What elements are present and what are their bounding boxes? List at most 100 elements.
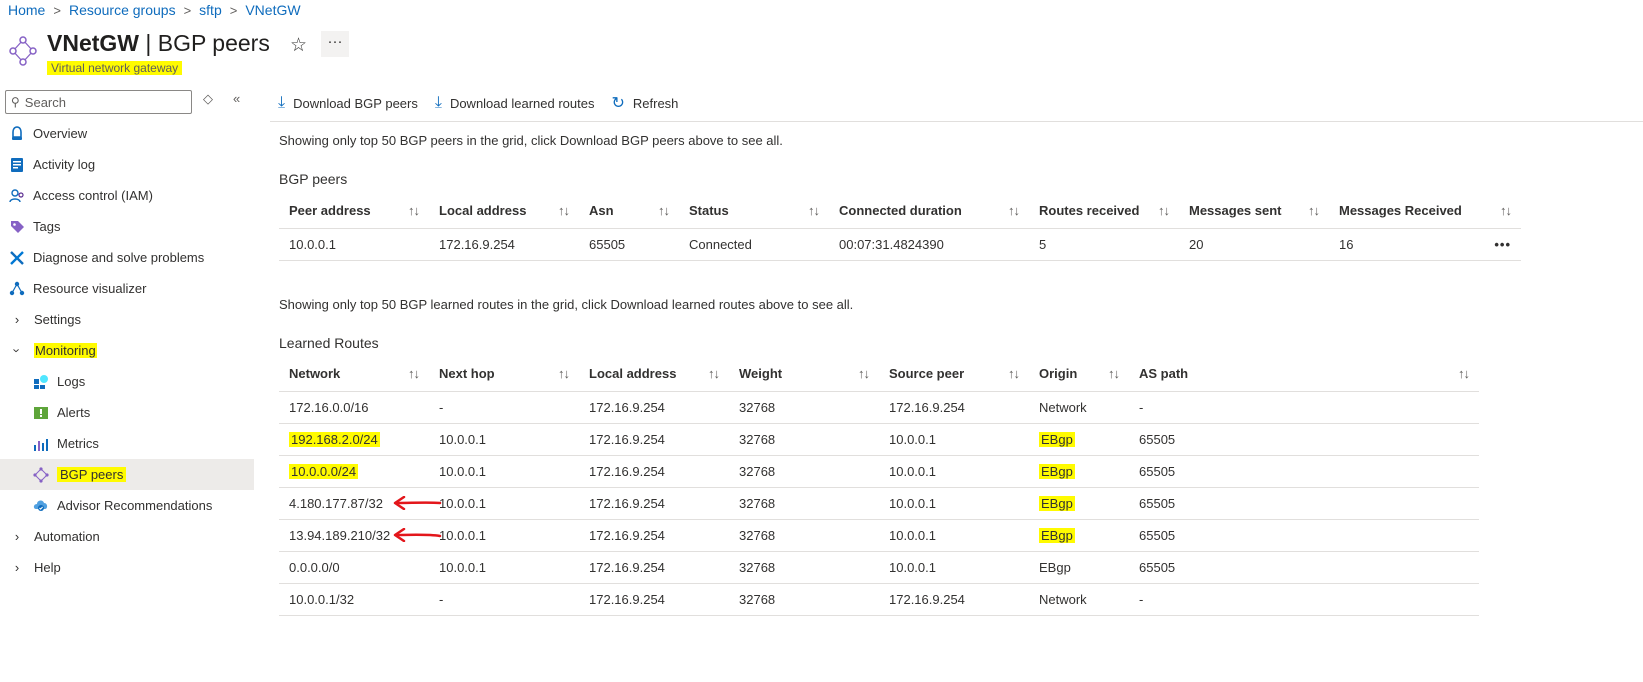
download-bgp-peers-button[interactable]: ⤓ Download BGP peers	[278, 94, 418, 112]
sort-icon: ↑↓	[808, 203, 820, 219]
messages-received-value: 16	[1339, 236, 1354, 252]
column-header[interactable]: Source peer ↑↓	[879, 357, 1029, 392]
sidebar-item-overview[interactable]: Overview	[0, 118, 254, 149]
network-cell: 192.168.2.0/24	[279, 423, 429, 456]
refresh-button[interactable]: ↻ Refresh	[611, 93, 678, 113]
sidebar-item-label: BGP peers	[57, 467, 127, 482]
table-row[interactable]: 10.0.0.1/32 - 172.16.9.254 32768 172.16.…	[279, 583, 1479, 616]
breadcrumb: Home > Resource groups > sftp > VNetGW	[8, 2, 301, 18]
sidebar-group-monitoring[interactable]: › Monitoring	[0, 335, 254, 366]
breadcrumb-home[interactable]: Home	[8, 2, 45, 18]
table-row[interactable]: 10.0.0.1 172.16.9.254 65505 Connected 00…	[279, 228, 1521, 261]
sidebar-item-tags[interactable]: Tags	[0, 211, 254, 242]
row-more-icon[interactable]: •••	[1494, 237, 1511, 252]
highlighted-origin: EBgp	[1039, 431, 1075, 447]
next-hop-cell: 10.0.0.1	[429, 455, 579, 488]
page-header: VNetGW | BGP peers ☆ ··· Virtual network…	[8, 28, 608, 78]
sidebar-item-label: Resource visualizer	[33, 281, 147, 296]
column-header[interactable]: AS path ↑↓	[1129, 357, 1479, 392]
table-row[interactable]: 10.0.0.0/24 10.0.0.1 172.16.9.254 32768 …	[279, 455, 1479, 488]
chevron-right-icon: ›	[14, 529, 20, 544]
column-header[interactable]: Connected duration ↑↓	[829, 194, 1029, 229]
column-header[interactable]: Weight ↑↓	[729, 357, 879, 392]
next-hop-cell: 10.0.0.1	[429, 519, 579, 552]
sidebar-item-resource-visualizer[interactable]: Resource visualizer	[0, 273, 254, 304]
column-header[interactable]: Local address ↑↓	[429, 194, 579, 229]
as-path-cell: -	[1129, 391, 1479, 424]
activity-log-icon	[9, 157, 25, 173]
highlighted-network: 10.0.0.0/24	[289, 463, 359, 479]
sort-toggle-icon[interactable]: ◇	[203, 91, 213, 107]
sort-icon: ↑↓	[558, 366, 570, 382]
source-peer-cell: 172.16.9.254	[879, 391, 1029, 424]
sidebar-item-metrics[interactable]: Metrics	[0, 428, 254, 459]
more-options-button[interactable]: ···	[321, 31, 349, 57]
origin-cell: EBgp	[1029, 455, 1129, 488]
annotation-arrow-icon	[393, 528, 442, 542]
search-input[interactable]	[24, 94, 175, 110]
routes-received-cell: 5	[1029, 228, 1179, 261]
refresh-label: Refresh	[632, 95, 679, 111]
as-path-cell: 65505	[1129, 487, 1479, 520]
breadcrumb-sftp[interactable]: sftp	[199, 2, 222, 18]
sidebar-search[interactable]: ⚲	[5, 90, 192, 114]
sidebar-item-access-control[interactable]: Access control (IAM)	[0, 180, 254, 211]
favorite-star-icon[interactable]: ☆	[290, 34, 307, 57]
table-row[interactable]: 172.16.0.0/16 - 172.16.9.254 32768 172.1…	[279, 391, 1479, 424]
column-header[interactable]: Routes received ↑↓	[1029, 194, 1179, 229]
wrench-icon	[9, 250, 25, 266]
origin-cell: EBgp	[1029, 423, 1129, 456]
virtual-network-gateway-icon	[9, 36, 37, 66]
sidebar-item-diagnose[interactable]: Diagnose and solve problems	[0, 242, 254, 273]
logs-icon	[33, 374, 49, 390]
download-icon: ⤓	[434, 94, 442, 111]
sidebar-item-label: Logs	[57, 374, 86, 389]
column-header[interactable]: Origin ↑↓	[1029, 357, 1129, 392]
advisor-icon	[33, 498, 49, 514]
table-row[interactable]: 0.0.0.0/0 10.0.0.1 172.16.9.254 32768 10…	[279, 551, 1479, 584]
table-row[interactable]: 192.168.2.0/24 10.0.0.1 172.16.9.254 327…	[279, 423, 1479, 456]
source-peer-cell: 172.16.9.254	[879, 583, 1029, 616]
overview-icon	[9, 125, 25, 142]
download-learned-routes-button[interactable]: ⤓ Download learned routes	[435, 94, 595, 112]
sidebar-item-logs[interactable]: Logs	[0, 366, 254, 397]
local-address-cell: 172.16.9.254	[579, 391, 729, 424]
sidebar-item-label: Tags	[33, 219, 61, 234]
sidebar-item-bgp-peers[interactable]: BGP peers	[0, 459, 254, 490]
as-path-cell: 65505	[1129, 455, 1479, 488]
highlighted-network: 192.168.2.0/24	[289, 431, 380, 447]
sidebar-item-label: Advisor Recommendations	[57, 498, 213, 513]
breadcrumb-separator: >	[229, 2, 238, 18]
sidebar-item-activity-log[interactable]: Activity log	[0, 149, 254, 180]
next-hop-cell: -	[429, 583, 579, 616]
tag-icon	[9, 219, 25, 235]
sidebar-group-settings[interactable]: › Settings	[0, 304, 254, 335]
local-address-cell: 172.16.9.254	[579, 583, 729, 616]
sidebar-item-alerts[interactable]: Alerts	[0, 397, 254, 428]
resource-name: VNetGW	[47, 30, 139, 56]
column-header[interactable]: Network ↑↓	[279, 357, 429, 392]
column-header[interactable]: Local address ↑↓	[579, 357, 729, 392]
column-header[interactable]: Messages sent ↑↓	[1179, 194, 1329, 229]
next-hop-cell: 10.0.0.1	[429, 487, 579, 520]
column-header[interactable]: Asn ↑↓	[579, 194, 679, 229]
column-header[interactable]: Messages Received ↑↓	[1329, 194, 1521, 229]
sidebar-group-automation[interactable]: › Automation	[0, 521, 254, 552]
page-title: VNetGW | BGP peers	[47, 30, 270, 57]
sidebar-item-advisor-recommendations[interactable]: Advisor Recommendations	[0, 490, 254, 521]
column-header[interactable]: Status ↑↓	[679, 194, 829, 229]
column-header[interactable]: Next hop ↑↓	[429, 357, 579, 392]
learned-routes-table: Network ↑↓ Next hop ↑↓ Local address ↑↓ Wei…	[279, 357, 1479, 616]
breadcrumb-vnetgw[interactable]: VNetGW	[245, 2, 300, 18]
table-row[interactable]: 13.94.189.210/32 10.0.0.1 172.16.9.254 3…	[279, 519, 1479, 552]
sidebar-item-label: Access control (IAM)	[33, 188, 153, 203]
sidebar-group-help[interactable]: › Help	[0, 552, 254, 583]
next-hop-cell: 10.0.0.1	[429, 423, 579, 456]
table-row[interactable]: 4.180.177.87/32 10.0.0.1 172.16.9.254 32…	[279, 487, 1479, 520]
breadcrumb-resource-groups[interactable]: Resource groups	[69, 2, 176, 18]
connected-duration-cell: 00:07:31.4824390	[829, 228, 1029, 261]
sidebar-item-label: Overview	[33, 126, 88, 141]
collapse-sidebar-icon[interactable]: «	[233, 91, 240, 106]
column-header[interactable]: Peer address ↑↓	[279, 194, 429, 229]
resource-visualizer-icon	[9, 281, 25, 297]
